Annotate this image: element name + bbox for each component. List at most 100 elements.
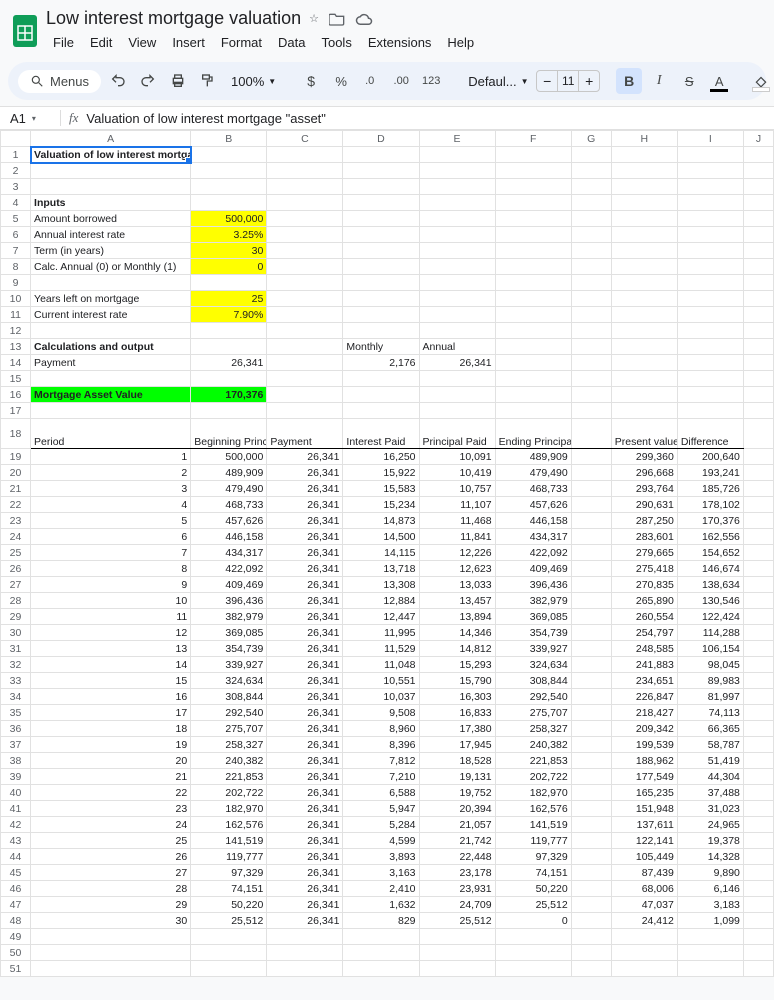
row-header[interactable]: 16 bbox=[1, 387, 31, 403]
cell[interactable]: 324,634 bbox=[495, 657, 571, 673]
row-header[interactable]: 12 bbox=[1, 323, 31, 339]
cell[interactable] bbox=[419, 291, 495, 307]
cell[interactable] bbox=[571, 307, 611, 323]
cell[interactable]: 6,588 bbox=[343, 785, 419, 801]
col-header-D[interactable]: D bbox=[343, 131, 419, 147]
font-size-decrease[interactable]: − bbox=[537, 73, 557, 89]
cell[interactable]: 10,551 bbox=[343, 673, 419, 689]
cell[interactable]: 308,844 bbox=[495, 673, 571, 689]
cell[interactable]: 275,707 bbox=[191, 721, 267, 737]
cell[interactable]: 130,546 bbox=[677, 593, 743, 609]
cell[interactable] bbox=[343, 163, 419, 179]
cell[interactable] bbox=[677, 945, 743, 961]
cell[interactable]: 162,576 bbox=[191, 817, 267, 833]
col-header-I[interactable]: I bbox=[677, 131, 743, 147]
cell[interactable]: 66,365 bbox=[677, 721, 743, 737]
cell[interactable]: Mortgage Asset Value bbox=[31, 387, 191, 403]
cell[interactable] bbox=[419, 179, 495, 195]
cell[interactable] bbox=[571, 865, 611, 881]
paint-format-button[interactable] bbox=[195, 68, 221, 94]
cell[interactable]: 446,158 bbox=[495, 513, 571, 529]
cell[interactable]: 26,341 bbox=[267, 577, 343, 593]
cell[interactable]: 199,539 bbox=[611, 737, 677, 753]
cell[interactable] bbox=[571, 849, 611, 865]
cell[interactable]: 202,722 bbox=[191, 785, 267, 801]
cell[interactable]: 21,742 bbox=[419, 833, 495, 849]
cell[interactable]: Interest Paid bbox=[343, 419, 419, 449]
cell[interactable]: Current interest rate bbox=[31, 307, 191, 323]
cell[interactable]: 324,634 bbox=[191, 673, 267, 689]
cell[interactable]: 19 bbox=[31, 737, 191, 753]
cell[interactable] bbox=[571, 497, 611, 513]
cell[interactable]: 12,226 bbox=[419, 545, 495, 561]
cell[interactable]: 47,037 bbox=[611, 897, 677, 913]
col-header-J[interactable]: J bbox=[743, 131, 773, 147]
cell[interactable] bbox=[343, 195, 419, 211]
cell[interactable]: 26,341 bbox=[267, 497, 343, 513]
cell[interactable] bbox=[743, 497, 773, 513]
row-header[interactable]: 43 bbox=[1, 833, 31, 849]
cell[interactable] bbox=[743, 465, 773, 481]
cell[interactable] bbox=[343, 179, 419, 195]
cell[interactable]: 50,220 bbox=[191, 897, 267, 913]
cell[interactable] bbox=[419, 211, 495, 227]
cell[interactable]: 28 bbox=[31, 881, 191, 897]
cell[interactable]: 21 bbox=[31, 769, 191, 785]
cell[interactable] bbox=[743, 689, 773, 705]
cell[interactable] bbox=[743, 769, 773, 785]
cell[interactable] bbox=[571, 593, 611, 609]
cell[interactable] bbox=[267, 945, 343, 961]
row-header[interactable]: 46 bbox=[1, 881, 31, 897]
cell[interactable] bbox=[419, 929, 495, 945]
cell[interactable] bbox=[419, 243, 495, 259]
cell[interactable] bbox=[743, 371, 773, 387]
cell[interactable] bbox=[267, 227, 343, 243]
cell[interactable]: 26,341 bbox=[267, 529, 343, 545]
cell[interactable]: 6 bbox=[31, 529, 191, 545]
cell[interactable]: 14,812 bbox=[419, 641, 495, 657]
cell[interactable]: 22 bbox=[31, 785, 191, 801]
menu-tools[interactable]: Tools bbox=[314, 31, 358, 54]
cell[interactable]: 4 bbox=[31, 497, 191, 513]
cell[interactable] bbox=[267, 179, 343, 195]
cell[interactable]: 14,500 bbox=[343, 529, 419, 545]
cell[interactable] bbox=[743, 897, 773, 913]
percent-button[interactable]: % bbox=[328, 68, 354, 94]
cell[interactable]: 26,341 bbox=[267, 817, 343, 833]
cell[interactable] bbox=[611, 339, 677, 355]
cell[interactable]: 26,341 bbox=[419, 355, 495, 371]
cell[interactable]: 9 bbox=[31, 577, 191, 593]
cell[interactable]: 10,419 bbox=[419, 465, 495, 481]
cell[interactable] bbox=[743, 641, 773, 657]
cell[interactable] bbox=[571, 179, 611, 195]
cell[interactable]: 16,303 bbox=[419, 689, 495, 705]
select-all-corner[interactable] bbox=[1, 131, 31, 147]
cell[interactable] bbox=[571, 259, 611, 275]
cell[interactable]: 138,634 bbox=[677, 577, 743, 593]
cell[interactable] bbox=[571, 195, 611, 211]
cell[interactable]: 221,853 bbox=[191, 769, 267, 785]
row-header[interactable]: 44 bbox=[1, 849, 31, 865]
cell[interactable]: 26 bbox=[31, 849, 191, 865]
cell[interactable] bbox=[267, 387, 343, 403]
cell[interactable] bbox=[267, 211, 343, 227]
cell[interactable]: 8,396 bbox=[343, 737, 419, 753]
cell[interactable]: Beginning Principal bbox=[191, 419, 267, 449]
cell[interactable]: 3 bbox=[31, 481, 191, 497]
cell[interactable]: 14,115 bbox=[343, 545, 419, 561]
row-header[interactable]: 27 bbox=[1, 577, 31, 593]
cell[interactable]: 26,341 bbox=[267, 897, 343, 913]
cell[interactable] bbox=[191, 163, 267, 179]
cell[interactable] bbox=[571, 147, 611, 163]
italic-button[interactable]: I bbox=[646, 68, 672, 94]
decrease-decimal-button[interactable]: .0 bbox=[358, 68, 384, 94]
cell[interactable] bbox=[743, 291, 773, 307]
cell[interactable] bbox=[191, 339, 267, 355]
cell[interactable] bbox=[267, 323, 343, 339]
text-color-button[interactable]: A bbox=[706, 68, 732, 94]
cell[interactable] bbox=[267, 147, 343, 163]
cell[interactable]: 422,092 bbox=[191, 561, 267, 577]
cell[interactable] bbox=[677, 355, 743, 371]
cell[interactable] bbox=[743, 705, 773, 721]
cell[interactable] bbox=[571, 753, 611, 769]
